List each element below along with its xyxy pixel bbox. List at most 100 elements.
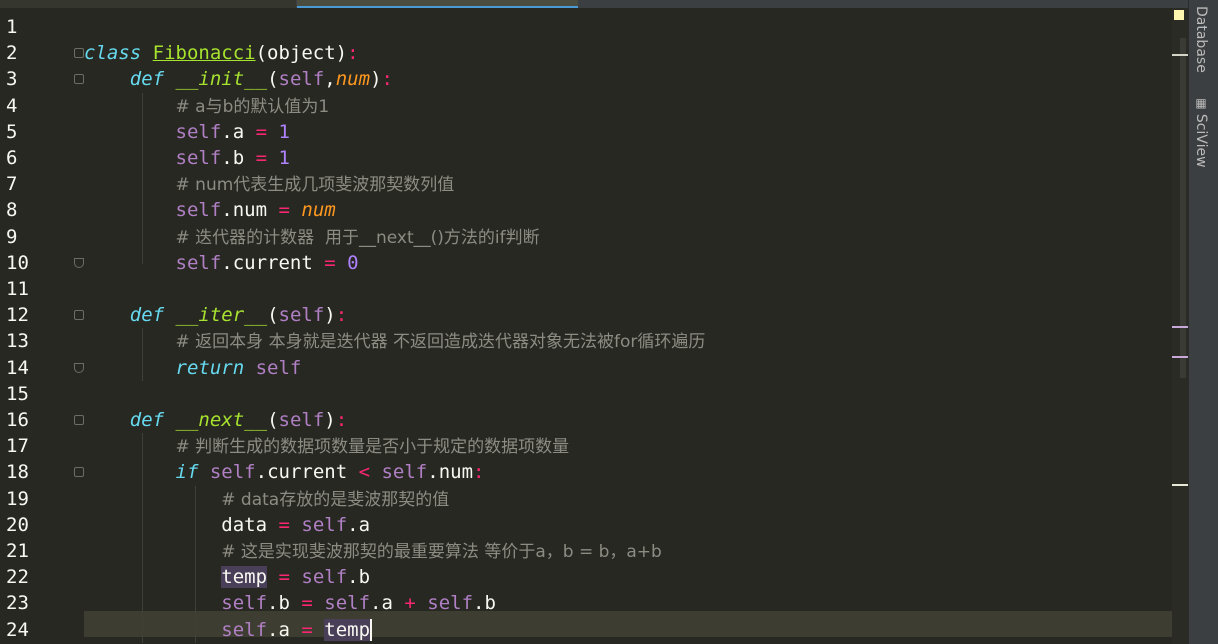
- line-number-gutter: 1 2 3 4 5 6 7 8 9 10 11 12 13 14 15 16 17 18 19 20 21 22 23 24: [0, 8, 84, 644]
- code-line[interactable]: # data存放的是斐波那契的值: [84, 486, 449, 512]
- line-number: 5: [6, 120, 18, 143]
- fold-collapse-icon[interactable]: [74, 467, 84, 478]
- error-stripe[interactable]: [1172, 8, 1188, 644]
- code-line[interactable]: return self: [84, 355, 302, 381]
- code-token: self: [175, 199, 222, 222]
- code-line[interactable]: self.b = self.a + self.b: [84, 590, 496, 616]
- code-token: =: [278, 513, 290, 536]
- line-number: 8: [6, 199, 18, 222]
- code-token: ): [324, 304, 336, 327]
- code-token: self: [221, 592, 268, 615]
- code-line[interactable]: self.a = temp: [84, 617, 373, 643]
- editor-tab-inactive[interactable]: [0, 0, 296, 8]
- line-number: 16: [6, 409, 29, 431]
- code-line[interactable]: class Fibonacci(object):: [84, 40, 359, 66]
- stripe-mark[interactable]: [1172, 484, 1188, 486]
- code-token: # 判断生成的数据项数量是否小于规定的数据项数量: [175, 437, 570, 458]
- code-token: (: [267, 409, 279, 431]
- fold-collapse-icon[interactable]: [74, 74, 84, 85]
- code-token: temp: [221, 566, 268, 589]
- code-editor[interactable]: class Fibonacci(object): def __init__(se…: [84, 8, 1172, 644]
- code-token: 0: [347, 251, 359, 274]
- code-token: # a与b的默认值为1: [175, 96, 330, 117]
- code-line[interactable]: if self.current < self.num:: [84, 459, 485, 485]
- code-token: # 这是实现斐波那契的最重要算法 等价于a，b = b，a+b: [221, 542, 662, 562]
- line-number: 22: [6, 566, 29, 589]
- code-token: data: [84, 513, 279, 536]
- code-token: # data存放的是斐波那契的值: [221, 489, 450, 510]
- code-token: .num: [427, 461, 474, 484]
- line-number: 18: [6, 461, 29, 484]
- code-line[interactable]: def __next__(self):: [84, 407, 347, 433]
- code-line[interactable]: # 这是实现斐波那契的最重要算法 等价于a，b = b，a+b: [84, 538, 662, 564]
- code-token: (object): [255, 42, 348, 65]
- code-line[interactable]: data = self.a: [84, 512, 370, 538]
- code-token: :: [381, 68, 393, 91]
- code-token: # num代表生成几项斐波那契数列值: [175, 175, 455, 196]
- fold-end-icon[interactable]: [74, 257, 84, 268]
- code-line[interactable]: self.num = num: [84, 197, 336, 223]
- text-caret: [370, 619, 373, 642]
- code-line[interactable]: self.current = 0: [84, 250, 359, 276]
- code-token: .current: [221, 251, 325, 274]
- code-line[interactable]: # a与b的默认值为1: [84, 93, 330, 119]
- code-token: temp: [324, 618, 371, 641]
- code-token: def: [129, 409, 165, 431]
- fold-end-icon[interactable]: [74, 362, 84, 373]
- database-tool-tab[interactable]: Database: [1193, 6, 1209, 73]
- inspection-status-icon[interactable]: [1174, 10, 1184, 20]
- code-token: def: [129, 68, 165, 91]
- code-token: __next__: [175, 409, 268, 431]
- editor-tab-active[interactable]: [297, 0, 578, 8]
- code-line[interactable]: temp = self.b: [84, 564, 370, 590]
- code-line[interactable]: self.b = 1: [84, 145, 290, 171]
- line-number: 13: [6, 330, 29, 353]
- code-token: __init__: [175, 68, 268, 91]
- code-token: =: [324, 251, 336, 274]
- code-line[interactable]: # 迭代器的计数器 用于__next__()方法的if判断: [84, 224, 540, 250]
- fold-collapse-icon[interactable]: [74, 48, 84, 59]
- code-line[interactable]: self.a = 1: [84, 119, 290, 145]
- code-token: self: [278, 304, 325, 327]
- stripe-mark[interactable]: [1172, 356, 1188, 358]
- stripe-mark[interactable]: [1172, 54, 1188, 56]
- code-token: # 迭代器的计数器 用于__next__()方法的if判断: [175, 227, 540, 248]
- code-line[interactable]: def __iter__(self):: [84, 302, 347, 328]
- line-number: 23: [6, 592, 29, 615]
- code-token: (: [267, 68, 279, 91]
- fold-collapse-icon[interactable]: [74, 310, 84, 321]
- code-token: self: [175, 251, 222, 274]
- sciview-tool-tab[interactable]: ▦ SciView: [1193, 96, 1209, 168]
- code-token: =: [301, 618, 313, 641]
- line-number: 9: [6, 225, 18, 248]
- code-token: self: [278, 68, 325, 91]
- line-number: 19: [6, 487, 29, 510]
- code-token: self: [255, 356, 302, 379]
- fold-collapse-icon[interactable]: [74, 415, 84, 425]
- code-line[interactable]: # 返回本身 本身就是迭代器 不返回造成迭代器对象无法被for循环遍历: [84, 328, 706, 354]
- stripe-mark[interactable]: [1172, 326, 1188, 328]
- code-line[interactable]: def __init__(self,num):: [84, 66, 393, 92]
- code-token: .b: [473, 592, 496, 615]
- indent-guide: [142, 433, 143, 643]
- code-line[interactable]: # num代表生成几项斐波那契数列值: [84, 171, 455, 197]
- code-token: :: [347, 42, 359, 65]
- code-line[interactable]: # 判断生成的数据项数量是否小于规定的数据项数量: [84, 433, 570, 459]
- code-token: self: [381, 461, 428, 484]
